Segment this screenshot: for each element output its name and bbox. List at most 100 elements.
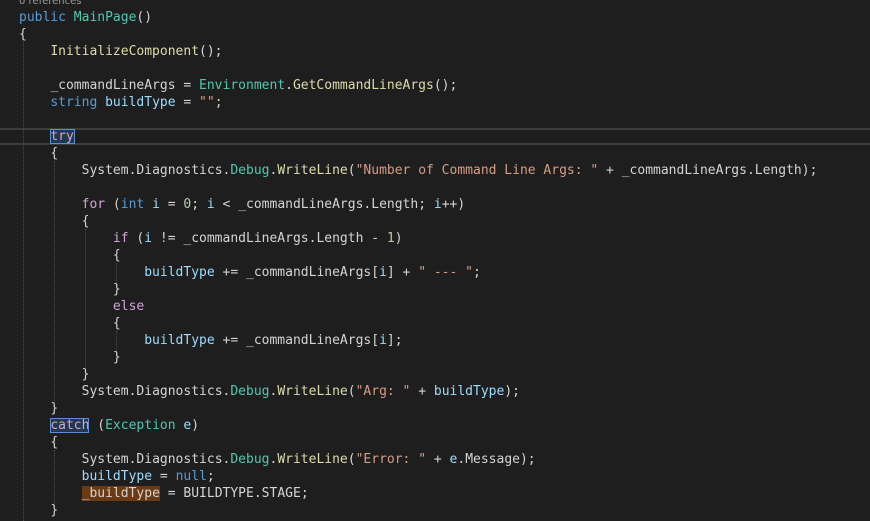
code-token: "Number of Command Line Args: " xyxy=(355,163,599,178)
code-line[interactable]: } xyxy=(19,349,121,366)
code-token: ) xyxy=(191,418,200,433)
code-token: Message xyxy=(465,452,520,467)
code-token: public xyxy=(19,10,66,25)
code-token: buildType xyxy=(144,333,215,348)
code-token: if xyxy=(112,231,129,246)
code-token: ( xyxy=(347,163,356,178)
code-token: else xyxy=(112,299,145,314)
code-line[interactable]: buildType = null; xyxy=(19,468,215,485)
code-token: i xyxy=(152,197,160,212)
code-line[interactable]: buildType += _commandLineArgs[i]; xyxy=(19,332,402,349)
code-token: = xyxy=(159,486,184,501)
code-line[interactable]: } xyxy=(19,281,121,298)
code-line[interactable]: buildType += _commandLineArgs[i] + " ---… xyxy=(19,264,481,281)
code-token: ); xyxy=(504,384,520,399)
code-token: { xyxy=(50,146,59,161)
code-line[interactable]: catch (Exception e) xyxy=(19,417,199,434)
code-token: buildType xyxy=(81,469,153,484)
code-line[interactable]: if (i != _commandLineArgs.Length - 1) xyxy=(19,230,403,247)
code-token: { xyxy=(112,316,121,331)
code-line[interactable]: _commandLineArgs = Environment.GetComman… xyxy=(19,77,457,94)
code-token: = xyxy=(175,78,200,93)
code-line[interactable]: InitializeComponent(); xyxy=(19,43,222,60)
code-token: Debug xyxy=(230,384,270,399)
code-token: buildType xyxy=(105,95,176,110)
code-line[interactable]: try xyxy=(19,128,75,145)
code-token: = xyxy=(152,469,176,484)
code-token: ] + xyxy=(386,265,419,280)
code-token: catch xyxy=(50,418,90,433)
code-token: WriteLine xyxy=(277,452,348,467)
code-token: . xyxy=(457,452,466,467)
code-token: ( xyxy=(128,231,145,246)
code-token: WriteLine xyxy=(277,163,348,178)
code-token: { xyxy=(50,435,59,450)
code-token: null xyxy=(175,469,207,484)
code-token: "Error: " xyxy=(355,452,427,467)
code-token: MainPage xyxy=(73,10,137,25)
code-token: buildType xyxy=(433,384,505,399)
code-token: ; xyxy=(206,469,215,484)
code-line[interactable]: { xyxy=(19,213,90,230)
code-token: Diagnostics xyxy=(136,163,223,178)
code-line[interactable]: else xyxy=(19,298,144,315)
code-token: i xyxy=(433,197,442,212)
code-token: ( xyxy=(347,384,356,399)
code-token: try xyxy=(50,129,75,144)
code-line[interactable]: { xyxy=(19,434,58,451)
code-token: Debug xyxy=(230,163,270,178)
code-token: ( xyxy=(89,418,106,433)
code-line[interactable]: } xyxy=(19,502,58,519)
code-line[interactable]: } xyxy=(19,366,90,383)
code-token: Diagnostics xyxy=(136,452,223,467)
codelens-references[interactable]: 0 references xyxy=(19,0,82,8)
code-token: [ xyxy=(371,265,380,280)
code-token: GetCommandLineArgs xyxy=(292,78,434,93)
code-token: += xyxy=(214,265,246,280)
code-token: int xyxy=(120,197,145,212)
code-line[interactable]: } xyxy=(19,400,58,417)
code-token: = xyxy=(159,197,184,212)
code-line[interactable]: string buildType = ""; xyxy=(19,94,222,111)
code-line[interactable]: System.Diagnostics.Debug.WriteLine("Erro… xyxy=(19,451,536,468)
code-token: i xyxy=(144,231,153,246)
code-line[interactable]: System.Diagnostics.Debug.WriteLine("Numb… xyxy=(19,162,818,179)
code-token: ++) xyxy=(441,197,466,212)
code-line[interactable]: public MainPage() xyxy=(19,9,152,26)
code-line[interactable]: { xyxy=(19,145,58,162)
code-token: STAGE xyxy=(261,486,301,501)
code-line[interactable]: { xyxy=(19,26,27,43)
code-token: ) xyxy=(394,231,403,246)
code-line[interactable]: System.Diagnostics.Debug.WriteLine("Arg:… xyxy=(19,383,520,400)
code-line[interactable]: { xyxy=(19,247,121,264)
code-token: } xyxy=(50,503,59,518)
code-token: _commandLineArgs xyxy=(50,78,176,93)
code-token: + xyxy=(410,384,434,399)
code-token: InitializeComponent xyxy=(50,44,200,59)
code-token: i xyxy=(379,333,387,348)
code-token: != xyxy=(152,231,184,246)
code-token: System xyxy=(81,384,129,399)
code-line[interactable]: for (int i = 0; i < _commandLineArgs.Len… xyxy=(19,196,466,213)
code-token: Length xyxy=(316,231,364,246)
code-line[interactable]: { xyxy=(19,315,121,332)
code-token: WriteLine xyxy=(277,384,348,399)
code-token: _commandLineArgs xyxy=(621,163,747,178)
code-token: + xyxy=(598,163,622,178)
code-token: for xyxy=(81,197,106,212)
code-editor[interactable]: 0 references public MainPage(){ Initiali… xyxy=(0,0,870,521)
code-token: buildType xyxy=(144,265,215,280)
code-token: System xyxy=(81,163,129,178)
code-line[interactable]: _buildType = BUILDTYPE.STAGE; xyxy=(19,485,309,502)
